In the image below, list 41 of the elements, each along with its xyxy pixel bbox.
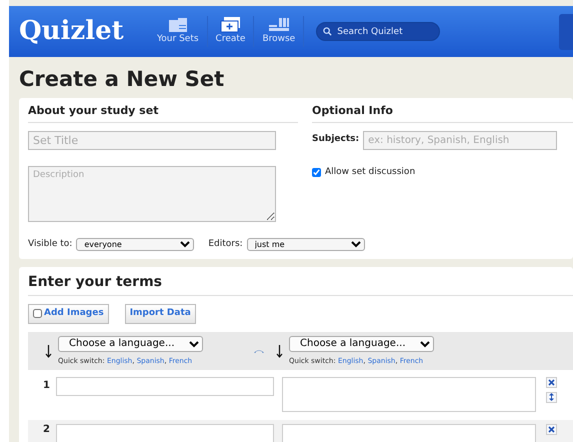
section-heading: Enter your terms bbox=[28, 272, 573, 296]
term-field[interactable] bbox=[56, 376, 274, 396]
editors-dropdown[interactable]: just me bbox=[246, 238, 365, 251]
checkbox-label: Allow set discussion bbox=[325, 166, 416, 179]
nav-item[interactable]: Your Sets bbox=[149, 16, 208, 47]
down-arrow-icon bbox=[45, 344, 52, 358]
field-label: Editors: bbox=[208, 238, 243, 251]
add-card-icon bbox=[220, 16, 242, 34]
nav-item[interactable]: Create bbox=[208, 16, 254, 47]
term-field[interactable] bbox=[56, 424, 274, 442]
checkbox[interactable] bbox=[33, 309, 42, 318]
folder-icon bbox=[166, 16, 189, 34]
close-icon bbox=[548, 426, 555, 433]
section-heading: About your study set bbox=[28, 103, 298, 123]
language-dropdown[interactable]: Choose a language... bbox=[58, 336, 203, 352]
checkbox[interactable] bbox=[312, 168, 321, 177]
logo[interactable]: Quizlet bbox=[19, 12, 149, 51]
search-field[interactable]: Search Quizlet bbox=[316, 22, 440, 41]
shelf-icon bbox=[268, 16, 290, 34]
definition-field[interactable] bbox=[282, 376, 536, 412]
close-icon bbox=[548, 378, 555, 386]
down-arrow-icon bbox=[276, 344, 283, 358]
page-title: Create a New Set bbox=[19, 67, 226, 92]
subjects-field[interactable]: ex: history, Spanish, English bbox=[363, 130, 558, 150]
delete-button[interactable] bbox=[546, 376, 557, 388]
title-field[interactable]: Set Title bbox=[28, 130, 276, 150]
delete-button[interactable] bbox=[546, 424, 557, 435]
add-images-button[interactable]: Add Images bbox=[28, 304, 109, 324]
section-heading: Optional Info bbox=[312, 103, 573, 123]
up-down-arrow-icon bbox=[549, 393, 554, 402]
search-icon bbox=[323, 27, 332, 36]
field-label: Subjects: bbox=[312, 133, 360, 146]
import-data-button[interactable]: Import Data bbox=[124, 304, 196, 324]
reorder-button[interactable] bbox=[546, 392, 557, 403]
row-number: 2 bbox=[42, 424, 50, 436]
language-dropdown[interactable]: Choose a language... bbox=[289, 336, 434, 352]
description-field[interactable]: Description bbox=[28, 166, 276, 222]
visibility-dropdown[interactable]: everyone bbox=[76, 238, 194, 251]
nav-item[interactable]: Browse bbox=[254, 16, 304, 47]
row-number: 1 bbox=[42, 378, 50, 389]
field-label: Visible to: bbox=[28, 238, 72, 251]
